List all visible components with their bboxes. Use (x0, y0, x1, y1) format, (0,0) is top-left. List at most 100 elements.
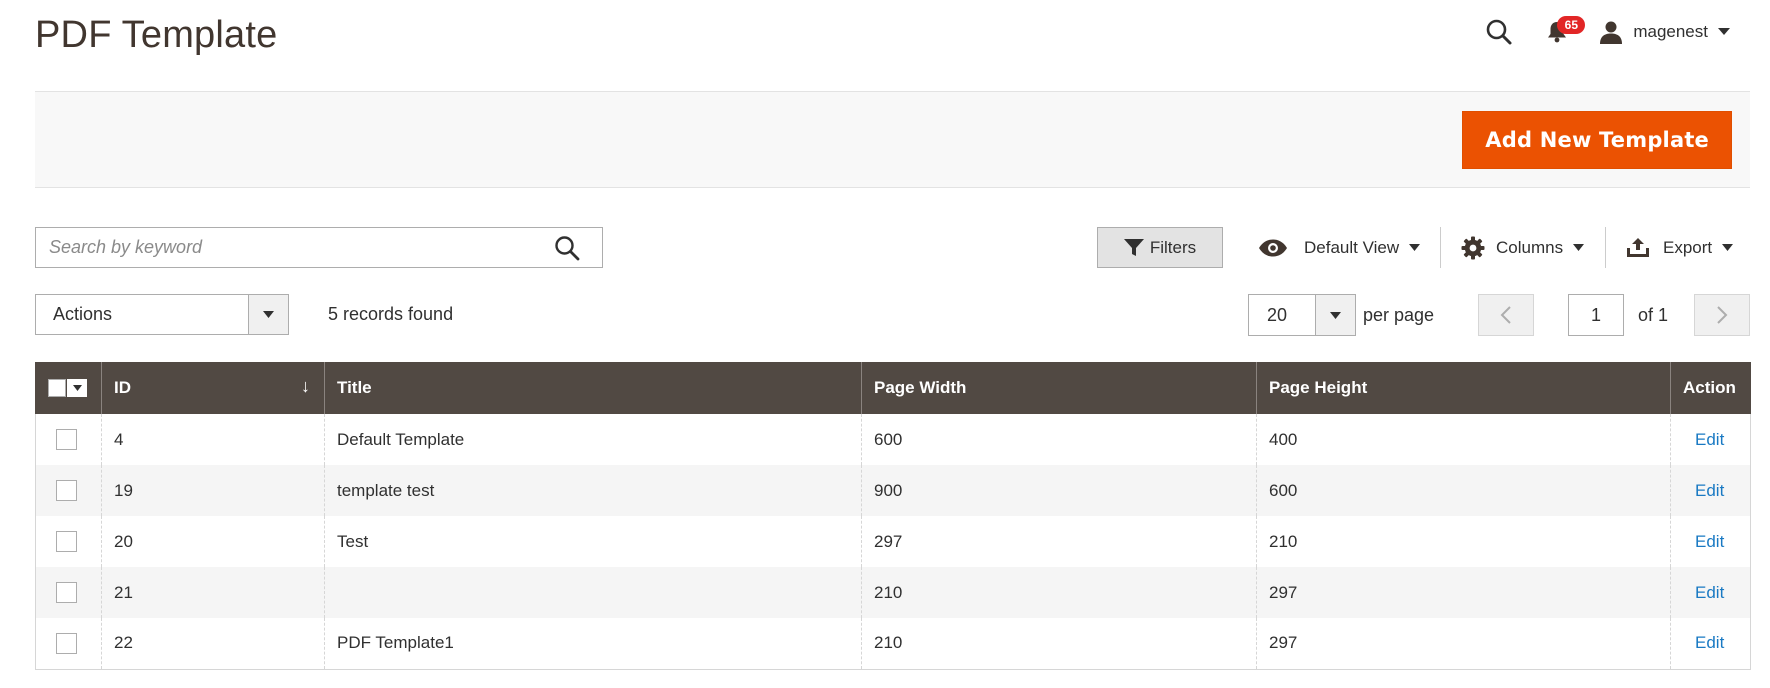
mass-actions-select[interactable]: Actions (35, 294, 289, 335)
export-icon (1627, 237, 1649, 257)
next-page-button[interactable] (1694, 294, 1750, 336)
cell-action: Edit (1670, 618, 1751, 670)
header-actions: 65 magenest (1479, 12, 1730, 52)
per-page-value: 20 (1267, 304, 1288, 325)
cell-page-height: 210 (1256, 516, 1671, 567)
cell-page-height: 400 (1256, 414, 1671, 465)
search-icon (1487, 19, 1512, 45)
cell-page-height: 297 (1256, 618, 1671, 670)
columns-dropdown[interactable]: Columns (1461, 227, 1585, 268)
mass-select-dropdown[interactable] (67, 379, 87, 397)
default-view-dropdown[interactable]: Default View (1258, 227, 1421, 268)
export-dropdown[interactable]: Export (1627, 227, 1734, 268)
global-search-button[interactable] (1479, 12, 1519, 52)
edit-link[interactable]: Edit (1695, 633, 1724, 652)
column-header-id[interactable]: ID ↓ (101, 362, 325, 414)
cell-page-width: 210 (861, 567, 1257, 618)
filters-button[interactable]: Filters (1097, 227, 1223, 268)
notification-count-badge: 65 (1557, 16, 1586, 34)
current-page-input[interactable] (1568, 294, 1624, 336)
caret-down-icon (1409, 244, 1421, 251)
table-row: 22 PDF Template1 210 297 Edit (35, 618, 1751, 670)
row-select-cell (35, 516, 102, 567)
cell-page-width: 297 (861, 516, 1257, 567)
row-checkbox[interactable] (56, 429, 77, 450)
column-header-page-width[interactable]: Page Width (861, 362, 1257, 414)
row-checkbox[interactable] (56, 632, 77, 654)
caret-down-icon (1330, 311, 1341, 319)
grid-header-row: ID ↓ Title Page Width Page Height Action (35, 362, 1751, 414)
cell-page-height: 297 (1256, 567, 1671, 618)
caret-down-icon (1718, 28, 1730, 35)
cell-title: template test (324, 465, 862, 516)
row-checkbox[interactable] (56, 582, 77, 603)
filter-icon (1123, 238, 1144, 256)
column-header-label: Page Width (874, 378, 967, 397)
keyword-search-input[interactable] (36, 228, 536, 267)
edit-link[interactable]: Edit (1695, 481, 1724, 500)
caret-down-icon (1722, 244, 1734, 251)
keyword-search-box (35, 227, 603, 268)
row-checkbox[interactable] (56, 531, 77, 552)
page-actions-bar: Add New Template (35, 91, 1750, 188)
dropdown-arrow (1315, 295, 1355, 335)
mass-select-column (35, 362, 102, 414)
cell-title: Default Template (324, 414, 862, 465)
per-page-select[interactable]: 20 (1248, 294, 1356, 336)
column-header-label: ID (114, 378, 131, 397)
cell-page-width: 210 (861, 618, 1257, 670)
total-pages-label: of 1 (1638, 305, 1669, 325)
eye-icon (1259, 239, 1287, 256)
columns-label: Columns (1496, 237, 1564, 257)
row-checkbox[interactable] (56, 480, 77, 501)
previous-page-button[interactable] (1478, 294, 1534, 336)
cell-id: 22 (101, 618, 325, 670)
cell-page-width: 900 (861, 465, 1257, 516)
user-account-menu[interactable]: magenest (1599, 20, 1730, 44)
column-header-label: Title (337, 378, 372, 397)
search-submit-icon[interactable] (554, 235, 580, 261)
row-select-cell (35, 618, 102, 670)
cell-page-height: 600 (1256, 465, 1671, 516)
cell-id: 4 (101, 414, 325, 465)
cell-id: 21 (101, 567, 325, 618)
edit-link[interactable]: Edit (1695, 532, 1724, 551)
caret-down-icon (1573, 244, 1585, 251)
row-select-cell (35, 567, 102, 618)
column-header-title[interactable]: Title (324, 362, 862, 414)
cell-title: Test (324, 516, 862, 567)
records-found-count: 5 records found (328, 304, 454, 324)
cell-action: Edit (1670, 465, 1751, 516)
cell-id: 20 (101, 516, 325, 567)
notifications-button[interactable]: 65 (1537, 12, 1586, 52)
column-header-page-height[interactable]: Page Height (1256, 362, 1671, 414)
add-new-template-button[interactable]: Add New Template (1462, 111, 1732, 169)
edit-link[interactable]: Edit (1695, 430, 1724, 449)
dropdown-arrow (248, 295, 288, 334)
username-label: magenest (1633, 22, 1708, 41)
templates-grid: ID ↓ Title Page Width Page Height Action … (35, 362, 1751, 670)
cell-action: Edit (1670, 567, 1751, 618)
select-all-checkbox[interactable] (48, 379, 66, 397)
mass-select-control[interactable] (48, 379, 89, 397)
cell-page-width: 600 (861, 414, 1257, 465)
caret-down-icon (72, 385, 82, 391)
row-select-cell (35, 465, 102, 516)
row-select-cell (35, 414, 102, 465)
toolbar-divider (1605, 227, 1606, 268)
filters-label: Filters (1149, 237, 1197, 257)
column-header-label: Page Height (1269, 378, 1368, 397)
view-label: Default View (1304, 237, 1400, 257)
cell-action: Edit (1670, 516, 1751, 567)
sort-arrow-icon: ↓ (301, 376, 310, 396)
edit-link[interactable]: Edit (1695, 583, 1724, 602)
table-row: 21 210 297 Edit (35, 567, 1751, 618)
per-page-label: per page (1363, 305, 1435, 325)
table-row: 20 Test 297 210 Edit (35, 516, 1751, 567)
chevron-left-icon (1500, 306, 1511, 324)
column-header-action: Action (1670, 362, 1751, 414)
cell-action: Edit (1670, 414, 1751, 465)
caret-down-icon (263, 311, 274, 318)
table-row: 4 Default Template 600 400 Edit (35, 414, 1751, 465)
cell-title (324, 567, 862, 618)
